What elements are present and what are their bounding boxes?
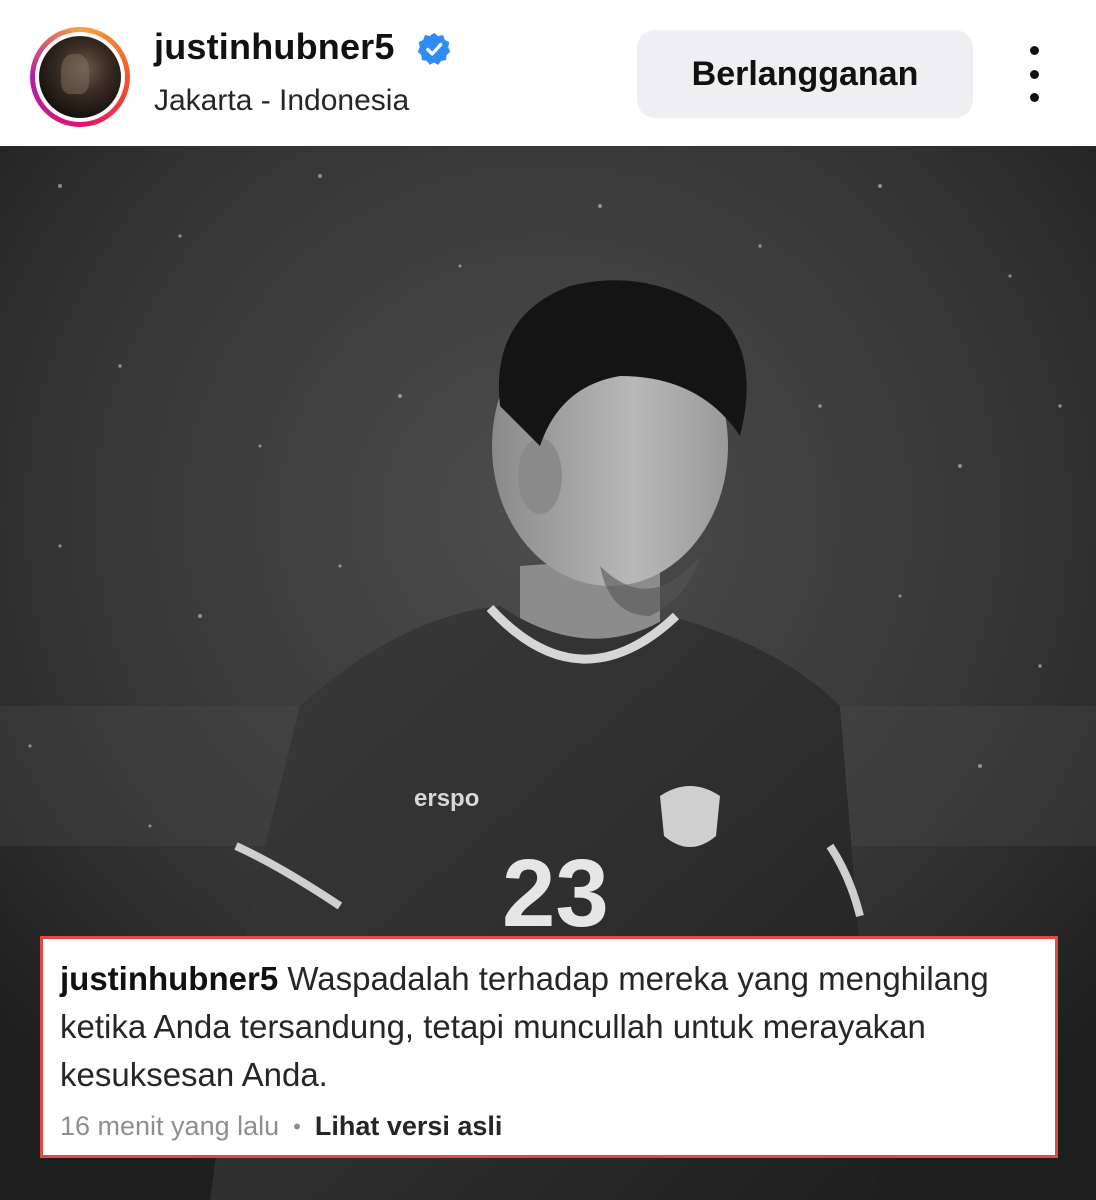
see-original-link[interactable]: Lihat versi asli <box>315 1111 503 1142</box>
verified-badge-icon <box>417 32 451 65</box>
post-location[interactable]: Jakarta - Indonesia <box>154 84 409 118</box>
post-username[interactable]: justinhubner5 <box>154 26 395 68</box>
meta-separator: • <box>293 1113 301 1139</box>
avatar[interactable] <box>39 36 121 118</box>
caption-box: justinhubner5 Waspadalah terhadap mereka… <box>40 936 1058 1158</box>
caption-text: justinhubner5 Waspadalah terhadap mereka… <box>60 955 1050 1099</box>
caption-username[interactable]: justinhubner5 <box>60 960 278 997</box>
post-header: justinhubner5 Jakarta - Indonesia Berlan… <box>0 0 1096 146</box>
jersey-number: 23 <box>502 840 609 947</box>
story-ring[interactable] <box>30 27 130 127</box>
caption-meta: 16 menit yang lalu • Lihat versi asli <box>60 1111 502 1142</box>
post-timestamp: 16 menit yang lalu <box>60 1111 280 1141</box>
subscribe-button[interactable]: Berlangganan <box>637 30 973 118</box>
post-photo[interactable]: 23 erspo justinhubner5 Waspadalah terhad… <box>0 146 1096 1200</box>
more-options-icon[interactable] <box>1012 46 1056 102</box>
jersey-brand: erspo <box>414 785 479 812</box>
